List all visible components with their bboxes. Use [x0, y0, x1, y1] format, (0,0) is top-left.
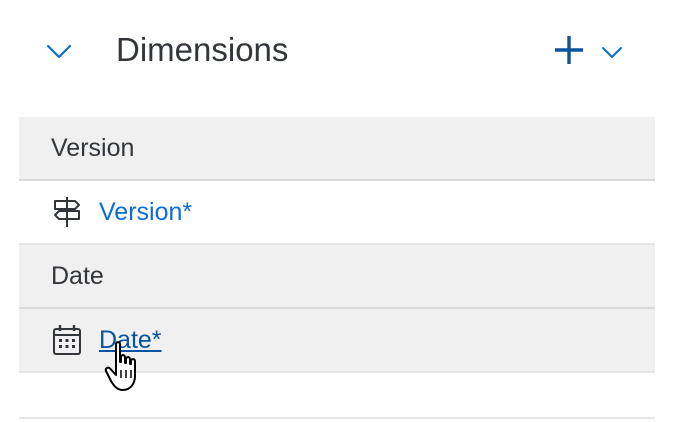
chevron-down-icon [46, 44, 72, 59]
panel-header: Dimensions [0, 0, 676, 100]
group-header-date: Date [19, 245, 655, 309]
empty-row [19, 373, 655, 419]
dimensions-panel: Dimensions Version Version* Date Date* [0, 0, 676, 422]
add-dimension-button[interactable] [552, 33, 586, 67]
signpost-icon [51, 195, 83, 229]
panel-title: Dimensions [116, 31, 289, 68]
dimension-link-version[interactable]: Version* [99, 198, 192, 227]
dimension-list: Version Version* Date Date* [19, 117, 655, 419]
chevron-down-icon [602, 47, 622, 58]
collapse-button[interactable] [44, 36, 74, 66]
list-item-date[interactable]: Date* [19, 309, 655, 373]
list-item-version[interactable]: Version* [19, 181, 655, 245]
group-header-version: Version [19, 117, 655, 181]
calendar-icon [51, 323, 83, 357]
plus-icon [555, 36, 583, 64]
dimension-link-date[interactable]: Date* [99, 326, 162, 355]
add-menu-button[interactable] [600, 40, 624, 64]
